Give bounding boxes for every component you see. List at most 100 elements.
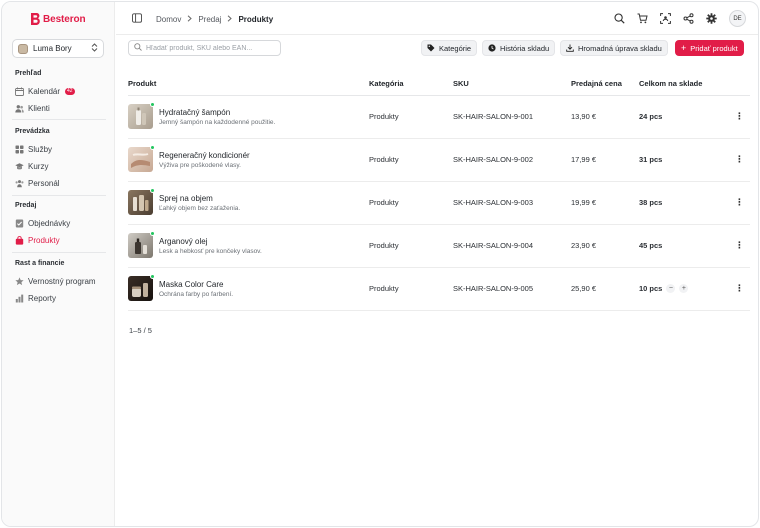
product-stock: 45 pcs <box>639 241 663 250</box>
cart-icon[interactable] <box>637 13 648 24</box>
search-field[interactable] <box>128 40 281 56</box>
column-header-actions <box>724 72 750 96</box>
sidebar-toggle-icon[interactable] <box>132 13 142 25</box>
top-bar: Domov Predaj Produkty DE <box>116 2 758 35</box>
product-description: Výživa pre poškodené vlasy. <box>159 161 241 169</box>
product-thumbnail <box>128 231 155 258</box>
chevron-right-icon <box>227 14 233 24</box>
sidebar-item-kurzy[interactable]: Kurzy <box>15 160 48 172</box>
sidebar-item-objednavky[interactable]: Objednávky <box>15 217 70 229</box>
graduation-cap-icon <box>15 162 24 169</box>
sidebar-divider <box>12 252 106 253</box>
share-icon[interactable] <box>683 13 694 24</box>
product-category: Produkty <box>369 95 453 139</box>
product-name[interactable]: Sprej na objem <box>159 194 240 203</box>
store-switcher[interactable]: Luma Bory <box>12 39 104 58</box>
status-dot-active <box>150 274 155 279</box>
product-thumbnail <box>128 274 155 301</box>
more-actions-icon[interactable]: ⋮ <box>724 95 750 139</box>
clock-icon <box>488 44 496 52</box>
chevron-right-icon <box>187 14 193 24</box>
sidebar-item-produkty[interactable]: Produkty <box>15 234 60 246</box>
status-dot-active <box>150 145 155 150</box>
table-row[interactable]: Hydratačný šampón Jemný šampón na každod… <box>128 95 750 139</box>
team-icon <box>15 179 24 187</box>
sidebar-item-personal[interactable]: Personál <box>15 177 60 189</box>
product-thumbnail <box>128 188 155 215</box>
calendar-icon <box>15 87 24 96</box>
grid-icon <box>15 145 24 153</box>
table-header-row: Produkt Kategória SKU Predajná cena Celk… <box>128 72 750 96</box>
product-price: 13,90 € <box>571 95 639 139</box>
table-row[interactable]: Regeneračný kondicionér Výživa pre poško… <box>128 138 750 182</box>
stock-history-button[interactable]: História skladu <box>482 40 556 56</box>
table-row[interactable]: Maska Color Care Ochrána farby po farben… <box>128 267 750 311</box>
more-actions-icon[interactable]: ⋮ <box>724 181 750 225</box>
sidebar-item-klienti[interactable]: Klienti <box>15 102 50 114</box>
add-product-button[interactable]: + Pridať produkt <box>675 40 744 56</box>
column-header-kategoria[interactable]: Kategória <box>369 72 453 96</box>
brand-logo[interactable]: Besteron <box>30 13 86 25</box>
product-stock: 38 pcs <box>639 198 663 207</box>
product-name[interactable]: Arganový olej <box>159 237 262 246</box>
store-name: Luma Bory <box>33 44 72 53</box>
more-actions-icon[interactable]: ⋮ <box>724 224 750 268</box>
besteron-logo-icon <box>31 13 40 25</box>
scan-icon[interactable] <box>660 13 671 24</box>
column-header-sku[interactable]: SKU <box>453 72 571 96</box>
sidebar-item-label: Kalendár <box>28 86 61 96</box>
sidebar-item-label: Personál <box>28 178 60 188</box>
top-actions: DE <box>614 10 746 27</box>
sidebar: Besteron Luma Bory Prehľad Kalendár 42 K… <box>2 2 115 526</box>
product-description: Ochrána farby po farbení. <box>159 290 234 298</box>
product-sku: SK-HAIR-SALON-9-004 <box>453 224 571 268</box>
sidebar-item-vernostny-program[interactable]: Vernostný program <box>15 275 96 287</box>
table-row[interactable]: Arganový olej Lesk a hebkosť pre končeky… <box>128 224 750 268</box>
product-name[interactable]: Maska Color Care <box>159 280 233 289</box>
sidebar-item-label: Kurzy <box>28 161 49 171</box>
products-table: Produkt Kategória SKU Predajná cena Celk… <box>128 72 750 311</box>
sidebar-item-sluzby[interactable]: Služby <box>15 143 52 155</box>
table-row[interactable]: Sprej na objem Ľahký objem bez zaťaženia… <box>128 181 750 225</box>
increase-stock-button[interactable]: + <box>679 284 689 293</box>
bulk-stock-edit-button[interactable]: Hromadná úprava skladu <box>560 40 668 56</box>
status-dot-active <box>150 188 155 193</box>
plus-icon: + <box>681 42 687 53</box>
column-header-produkt[interactable]: Produkt <box>128 72 369 96</box>
shopping-bag-icon <box>15 235 24 245</box>
product-name[interactable]: Hydratačný šampón <box>159 108 275 117</box>
product-sku: SK-HAIR-SALON-9-005 <box>453 267 571 311</box>
sidebar-item-kalendar[interactable]: Kalendár 42 <box>15 85 75 97</box>
breadcrumb-produkty: Produkty <box>238 14 274 24</box>
product-sku: SK-HAIR-SALON-9-002 <box>453 138 571 182</box>
more-actions-icon[interactable]: ⋮ <box>724 138 750 182</box>
sidebar-divider <box>12 195 106 196</box>
product-description: Lesk a hebkosť pre končeky vlasov. <box>159 247 262 255</box>
product-description: Jemný šampón na každodenné použitie. <box>159 118 276 126</box>
product-stock: 24 pcs <box>639 112 663 121</box>
column-header-predajna-cena[interactable]: Predajná cena <box>571 72 639 96</box>
sidebar-item-label: Vernostný program <box>28 276 96 286</box>
status-dot-active <box>150 102 155 107</box>
sidebar-item-label: Produkty <box>28 235 60 245</box>
product-name[interactable]: Regeneračný kondicionér <box>159 151 250 160</box>
search-icon[interactable] <box>614 13 625 24</box>
more-actions-icon[interactable]: ⋮ <box>724 267 750 311</box>
user-avatar[interactable]: DE <box>729 10 746 27</box>
categories-button[interactable]: Kategórie <box>421 40 478 56</box>
sidebar-item-reporty[interactable]: Reporty <box>15 292 56 304</box>
product-thumbnail <box>128 145 155 172</box>
product-price: 23,90 € <box>571 224 639 268</box>
column-header-celkom-na-sklade[interactable]: Celkom na sklade <box>639 72 724 96</box>
breadcrumb-predaj[interactable]: Predaj <box>198 15 221 24</box>
sidebar-item-label: Objednávky <box>28 218 71 228</box>
order-icon <box>15 219 24 227</box>
products-toolbar: Kategórie História skladu Hromadná úprav… <box>128 40 750 57</box>
product-stock: 31 pcs <box>639 155 663 164</box>
store-avatar <box>18 43 28 54</box>
breadcrumb-domov[interactable]: Domov <box>156 15 181 24</box>
search-input[interactable] <box>146 44 275 52</box>
pagination-info: 1–5 / 5 <box>129 326 152 335</box>
decrease-stock-button[interactable]: − <box>666 284 676 293</box>
gear-icon[interactable] <box>706 13 717 24</box>
